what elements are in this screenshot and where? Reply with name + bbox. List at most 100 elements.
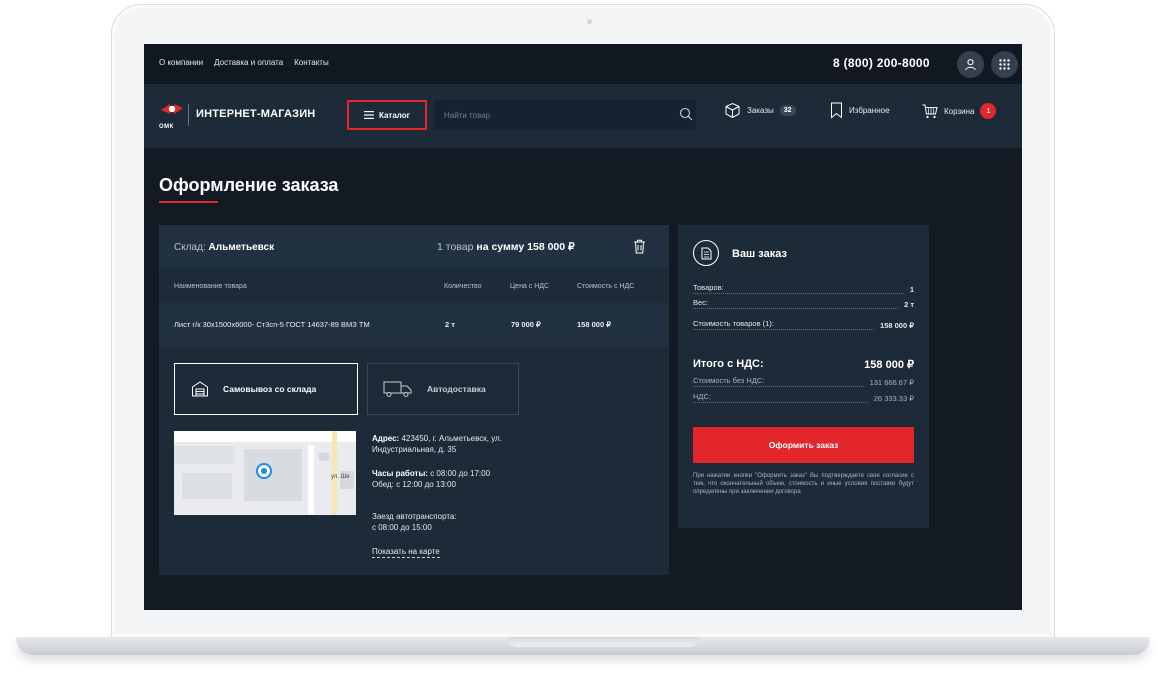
top-nav: О компании Доставка и оплата Контакты: [159, 58, 329, 67]
show-on-map-link[interactable]: Показать на карте: [372, 547, 440, 558]
user-icon: [965, 59, 976, 71]
apps-grid-icon: [999, 59, 1010, 70]
hours-block: Часы работы: с 08:00 до 17:00 Обед: с 12…: [372, 468, 552, 490]
warehouse-total: на сумму 158 000 ₽: [476, 241, 575, 253]
document-icon-circle: [693, 240, 719, 266]
warehouse-panel: Склад: Альметьевск 1 товар на сумму 158 …: [159, 225, 669, 575]
title-underline: [159, 201, 218, 203]
order-summary-panel: Ваш заказ Товаров: 1 Вес: 2 т Стоимость …: [678, 225, 929, 528]
transport-label: Заезд автотранспорта:: [372, 512, 457, 521]
nav-link-delivery[interactable]: Доставка и оплата: [214, 58, 283, 67]
total-label: Итого с НДС:: [693, 358, 764, 370]
goods-label: Товаров:: [693, 283, 904, 294]
summary-cost: Стоимость товаров (1): 158 000 ₽: [693, 319, 914, 330]
menu-icon: [364, 111, 374, 119]
map-graphic: [174, 431, 356, 515]
warehouse-items: 1 товар: [437, 241, 474, 253]
delivery-option[interactable]: Автодоставка: [367, 363, 519, 415]
table-header: Наименование товара Количество Цена с НД…: [159, 269, 669, 303]
apps-button[interactable]: [991, 51, 1018, 78]
summary-no-vat: Стоимость без НДС: 131 666.67 ₽: [693, 376, 914, 387]
nav-link-contacts[interactable]: Контакты: [294, 58, 329, 67]
catalog-button[interactable]: Каталог: [347, 100, 427, 130]
truck-icon: [383, 381, 412, 397]
summary-vat: НДС: 26 333.33 ₽: [693, 392, 914, 403]
search-input[interactable]: Найти товар: [434, 100, 696, 130]
search-icon[interactable]: [679, 107, 693, 121]
address-label: Адрес:: [372, 434, 400, 443]
col-price: Цена с НДС: [510, 283, 550, 290]
warehouse-city: Альметьевск: [208, 242, 275, 253]
warehouse-icon: [192, 381, 208, 397]
bookmark-icon: [831, 102, 842, 119]
vat-label: НДС:: [693, 392, 868, 403]
transport-hours: с 08:00 до 15:00: [372, 523, 432, 532]
lunch-hours: Обед: с 12:00 до 13:00: [372, 480, 456, 489]
vat-value: 26 333.33 ₽: [873, 394, 914, 403]
cart-icon: [922, 104, 938, 118]
orders-label: Заказы: [747, 106, 774, 115]
col-qty: Количество: [444, 283, 482, 290]
delivery-label: Автодоставка: [427, 384, 486, 394]
main-header: ОМК ИНТЕРНЕТ-МАГАЗИН Каталог Найти товар…: [144, 84, 1022, 148]
no-vat-value: 131 666.67 ₽: [869, 378, 914, 387]
omk-logo-icon: [161, 104, 183, 114]
page-title: Оформление заказа: [159, 175, 339, 195]
cart-count-badge: 1: [980, 103, 997, 119]
user-button[interactable]: [957, 51, 984, 78]
omk-logo[interactable]: ОМК: [159, 100, 185, 130]
order-disclaimer: При нажатии кнопки "Оформить заказ" Вы п…: [693, 473, 914, 495]
search-placeholder: Найти товар: [444, 110, 491, 120]
summary-weight: Вес: 2 т: [693, 298, 914, 309]
top-bar: О компании Доставка и оплата Контакты 8 …: [144, 44, 1022, 84]
col-name: Наименование товара: [174, 283, 247, 290]
nav-link-about[interactable]: О компании: [159, 58, 203, 67]
weight-value: 2 т: [904, 300, 914, 309]
pickup-label: Самовывоз со склада: [223, 384, 317, 394]
orders-link[interactable]: Заказы 32: [724, 102, 796, 119]
camera-dot: [587, 19, 592, 24]
laptop-mockup: О компании Доставка и оплата Контакты 8 …: [0, 0, 1166, 683]
box-icon: [725, 102, 740, 119]
phone-number[interactable]: 8 (800) 200-8000: [833, 56, 930, 70]
table-row: Лист г/к 30x1500x6000- Ст3сп-5 ГОСТ 1463…: [159, 303, 669, 347]
logo-title: ИНТЕРНЕТ-МАГАЗИН: [196, 108, 316, 120]
product-cost: 158 000 ₽: [577, 320, 611, 329]
favorites-label: Избранное: [849, 106, 890, 115]
cart-label: Корзина: [944, 106, 975, 116]
product-qty: 2 т: [445, 320, 455, 329]
document-icon: [701, 247, 711, 259]
screen: О компании Доставка и оплата Контакты 8 …: [144, 44, 1022, 610]
product-price: 79 000 ₽: [511, 320, 541, 329]
transport-block: Заезд автотранспорта: с 08:00 до 15:00: [372, 511, 552, 533]
address-block: Адрес: 423450, г. Альметьевск, ул. Индус…: [372, 433, 552, 455]
address-line1: 423450, г. Альметьевск, ул.: [401, 434, 502, 443]
summary-goods: Товаров: 1: [693, 283, 914, 294]
address-line2: Индустриальная, д. 35: [372, 445, 457, 454]
product-name[interactable]: Лист г/к 30x1500x6000- Ст3сп-5 ГОСТ 1463…: [174, 320, 370, 329]
pickup-option[interactable]: Самовывоз со склада: [174, 363, 358, 415]
total-value: 158 000 ₽: [864, 359, 914, 371]
catalog-label: Каталог: [379, 110, 410, 120]
warehouse-name: Склад: Альметьевск: [174, 242, 274, 253]
cost-value: 158 000 ₽: [880, 321, 914, 330]
no-vat-label: Стоимость без НДС:: [693, 376, 864, 387]
goods-value: 1: [909, 285, 914, 294]
favorites-link[interactable]: Избранное: [830, 102, 890, 119]
weight-label: Вес:: [693, 298, 899, 309]
warehouse-sum: 1 товар на сумму 158 000 ₽: [437, 241, 575, 253]
warehouse-map[interactable]: ул. Ше: [174, 431, 356, 515]
summary-total: Итого с НДС: 158 000 ₽: [693, 358, 914, 371]
logo-caption: ОМК: [159, 124, 174, 130]
logo-divider: [188, 104, 189, 126]
cost-label: Стоимость товаров (1):: [693, 319, 875, 330]
map-street-label: ул. Ше: [331, 474, 350, 480]
warehouse-label: Склад:: [174, 242, 206, 253]
orders-count-badge: 32: [779, 105, 796, 116]
trash-icon[interactable]: [633, 239, 646, 254]
summary-title: Ваш заказ: [732, 248, 787, 260]
col-cost: Стоимость с НДС: [577, 283, 635, 290]
hours-value: с 08:00 до 17:00: [430, 469, 491, 478]
cart-link[interactable]: Корзина 1: [922, 103, 997, 119]
place-order-button[interactable]: Оформить заказ: [693, 427, 914, 463]
